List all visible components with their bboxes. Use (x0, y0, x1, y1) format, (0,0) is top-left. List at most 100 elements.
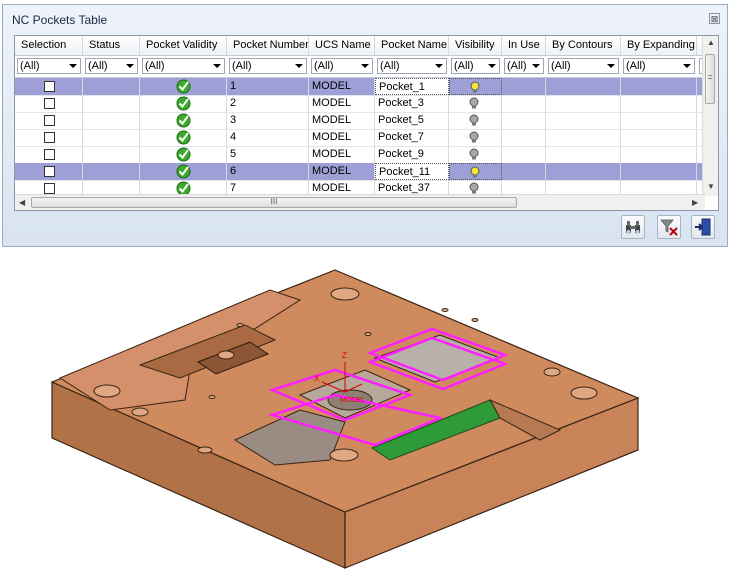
filter-dropdown-2[interactable]: (All) (142, 58, 225, 74)
selection-cell[interactable] (15, 146, 83, 163)
pocket-name-cell: Pocket_1 (375, 78, 449, 95)
by-contours-cell (546, 163, 621, 180)
chevron-down-icon (435, 64, 443, 68)
exit-button[interactable] (691, 215, 715, 239)
by-expanding-cell (621, 95, 697, 112)
validity-cell (140, 163, 227, 180)
lightbulb-off-icon[interactable] (469, 131, 479, 144)
filter-dropdown-0[interactable]: (All) (17, 58, 81, 74)
validity-cell (140, 95, 227, 112)
status-cell (83, 78, 140, 95)
ucs-name-cell: MODEL (309, 112, 375, 129)
column-header-7[interactable]: In Use (502, 36, 546, 55)
filter-value: (All) (20, 60, 40, 72)
chevron-down-icon (683, 64, 691, 68)
table-row[interactable]: 2 MODEL Pocket_3 (15, 95, 705, 113)
lightbulb-off-icon[interactable] (469, 114, 479, 127)
by-expanding-cell (621, 112, 697, 129)
selection-checkbox[interactable] (44, 183, 55, 194)
table-row[interactable]: 6 MODEL Pocket_11 (15, 163, 705, 181)
status-cell (83, 146, 140, 163)
exit-door-icon (695, 218, 711, 236)
ucs-axis-x: X (314, 374, 320, 383)
valid-check-icon (176, 113, 191, 128)
lightbulb-off-icon[interactable] (469, 148, 479, 161)
filter-dropdown-5[interactable]: (All) (377, 58, 447, 74)
filter-dropdown-9[interactable]: (All) (623, 58, 695, 74)
pocket-name-cell: Pocket_3 (375, 95, 449, 112)
vertical-scrollbar[interactable]: ▲ ▼ (702, 36, 718, 196)
selection-checkbox[interactable] (44, 149, 55, 160)
column-header-1[interactable]: Status (83, 36, 140, 55)
table-row[interactable]: 3 MODEL Pocket_5 (15, 112, 705, 130)
table-row[interactable]: 1 MODEL Pocket_1 (15, 78, 705, 96)
pocket-number-cell: 6 (227, 163, 309, 180)
column-header-4[interactable]: UCS Name (309, 36, 375, 55)
selection-checkbox[interactable] (44, 115, 55, 126)
selection-cell[interactable] (15, 95, 83, 112)
model-viewport[interactable]: Z X MODEL (0, 250, 735, 575)
selection-checkbox[interactable] (44, 166, 55, 177)
filter-dropdown-3[interactable]: (All) (229, 58, 307, 74)
scroll-left-icon[interactable]: ◀ (19, 198, 25, 207)
valid-check-icon (176, 96, 191, 111)
clear-filter-button[interactable] (657, 215, 681, 239)
selection-cell[interactable] (15, 163, 83, 180)
status-cell (83, 129, 140, 146)
visibility-cell[interactable] (449, 163, 502, 180)
visibility-cell[interactable] (449, 129, 502, 146)
close-icon[interactable]: ⊠ (709, 13, 720, 24)
status-cell (83, 112, 140, 129)
ucs-name-cell: MODEL (309, 163, 375, 180)
filter-dropdown-7[interactable]: (All) (504, 58, 544, 74)
column-header-6[interactable]: Visibility (449, 36, 502, 55)
scroll-down-icon[interactable]: ▼ (707, 182, 715, 191)
selection-checkbox[interactable] (44, 132, 55, 143)
filter-dropdown-4[interactable]: (All) (311, 58, 373, 74)
in-use-cell (502, 78, 546, 95)
by-contours-cell (546, 112, 621, 129)
in-use-cell (502, 163, 546, 180)
selection-checkbox[interactable] (44, 98, 55, 109)
filter-dropdown-6[interactable]: (All) (451, 58, 500, 74)
column-header-0[interactable]: Selection (15, 36, 83, 55)
validity-cell (140, 146, 227, 163)
scroll-right-icon[interactable]: ▶ (692, 198, 698, 207)
filter-value: (All) (380, 60, 400, 72)
ucs-name-cell: MODEL (309, 146, 375, 163)
filter-dropdown-8[interactable]: (All) (548, 58, 619, 74)
by-expanding-cell (621, 163, 697, 180)
pocket-number-cell: 1 (227, 78, 309, 95)
column-header-2[interactable]: Pocket Validity (140, 36, 227, 55)
lightbulb-off-icon[interactable] (469, 97, 479, 110)
find-button[interactable] (621, 215, 645, 239)
filter-value: (All) (232, 60, 252, 72)
selection-cell[interactable] (15, 129, 83, 146)
selection-checkbox[interactable] (44, 81, 55, 92)
lightbulb-on-icon[interactable] (470, 81, 480, 94)
ucs-name-cell: MODEL (309, 95, 375, 112)
vertical-scroll-thumb[interactable] (705, 54, 715, 104)
visibility-cell[interactable] (449, 112, 502, 129)
filter-value: (All) (314, 60, 334, 72)
column-header-3[interactable]: Pocket Number (227, 36, 309, 55)
horizontal-scrollbar[interactable]: ◀ III ▶ (15, 194, 705, 210)
selection-cell[interactable] (15, 78, 83, 95)
selection-cell[interactable] (15, 112, 83, 129)
column-header-5[interactable]: Pocket Name (375, 36, 449, 55)
visibility-cell[interactable] (449, 78, 502, 95)
filter-dropdown-1[interactable]: (All) (85, 58, 138, 74)
ucs-label: MODEL (340, 397, 365, 404)
visibility-cell[interactable] (449, 95, 502, 112)
table-row[interactable]: 5 MODEL Pocket_9 (15, 146, 705, 164)
visibility-cell[interactable] (449, 146, 502, 163)
pockets-grid: Selection Status Pocket Validity Pocket Num… (14, 35, 719, 211)
lightbulb-on-icon[interactable] (470, 166, 480, 179)
column-header-8[interactable]: By Contours (546, 36, 621, 55)
scroll-up-icon[interactable]: ▲ (707, 38, 715, 47)
in-use-cell (502, 129, 546, 146)
filter-value: (All) (626, 60, 646, 72)
horizontal-scroll-thumb[interactable]: III (31, 197, 517, 208)
column-header-9[interactable]: By Expanding (621, 36, 697, 55)
table-row[interactable]: 4 MODEL Pocket_7 (15, 129, 705, 147)
